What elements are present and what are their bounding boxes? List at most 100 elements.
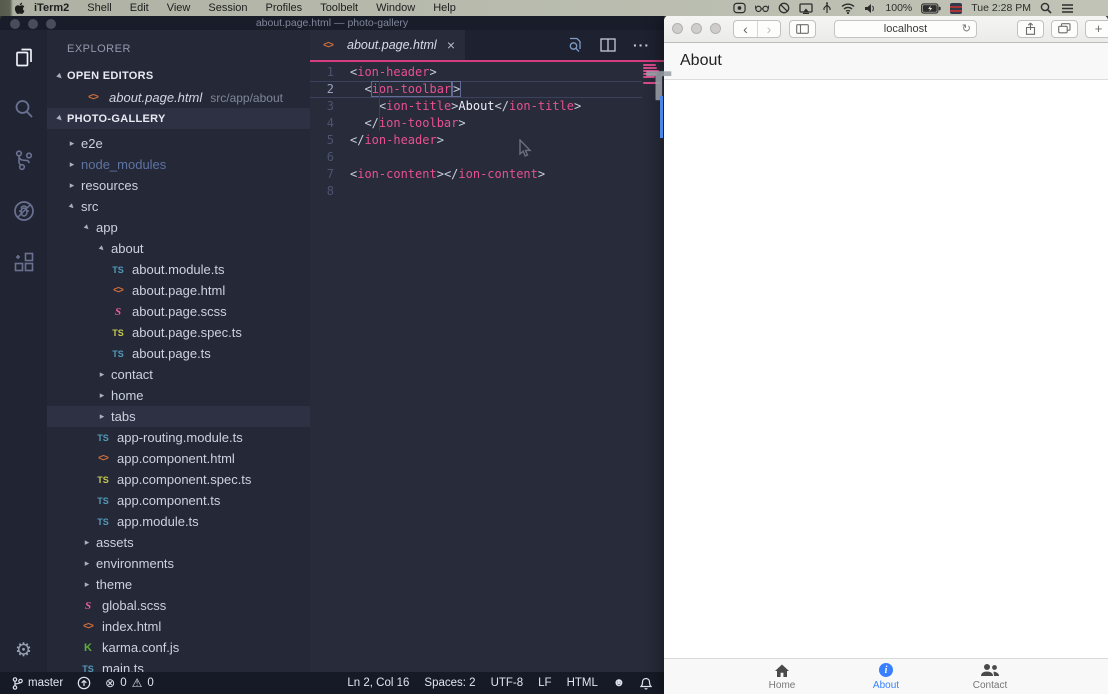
tree-item-contact[interactable]: ▸contact [47, 364, 310, 385]
wifi-icon[interactable] [841, 3, 855, 14]
menu-iterm2[interactable]: iTerm2 [25, 0, 78, 16]
more-actions-icon[interactable]: ··· [633, 37, 650, 53]
tree-item-app[interactable]: ▸app [47, 217, 310, 238]
tree-item-main.ts[interactable]: TSmain.ts [47, 658, 310, 672]
code-line-3[interactable]: 3 <ion-title>About</ion-title> [310, 98, 664, 115]
display-mirroring-icon[interactable] [799, 3, 813, 14]
close-window-button[interactable] [672, 23, 683, 34]
menu-profiles[interactable]: Profiles [257, 0, 312, 16]
input-source-flag-icon[interactable] [950, 3, 962, 14]
code-line-1[interactable]: 1<ion-header> [310, 64, 664, 81]
new-tab-button[interactable]: + [1085, 20, 1108, 38]
tree-item-label: app-routing.module.ts [117, 430, 243, 445]
tree-item-about.page.spec.ts[interactable]: TSabout.page.spec.ts [47, 322, 310, 343]
feedback-smiley-icon[interactable]: ☻ [613, 677, 625, 689]
debug-icon[interactable] [12, 199, 36, 223]
tree-item-resources[interactable]: ▸resources [47, 175, 310, 196]
source-control-icon[interactable] [12, 148, 36, 172]
tree-item-about[interactable]: ▸about [47, 238, 310, 259]
usb-dongle-icon[interactable] [822, 2, 832, 14]
tree-item-environments[interactable]: ▸environments [47, 553, 310, 574]
address-bar[interactable]: localhost ↻ [834, 20, 977, 38]
menu-view[interactable]: View [158, 0, 200, 16]
tree-item-about.page.scss[interactable]: Sabout.page.scss [47, 301, 310, 322]
search-in-file-icon[interactable] [567, 37, 583, 53]
eol-sequence[interactable]: LF [538, 677, 551, 689]
tree-item-src[interactable]: ▸src [47, 196, 310, 217]
code-line-7[interactable]: 7<ion-content></ion-content> [310, 166, 664, 183]
split-editor-icon[interactable] [600, 38, 616, 52]
tree-item-karma.conf.js[interactable]: Kkarma.conf.js [47, 637, 310, 658]
apple-icon[interactable] [14, 2, 25, 15]
spotlight-icon[interactable] [1040, 2, 1052, 14]
menu-edit[interactable]: Edit [121, 0, 158, 16]
extensions-icon[interactable] [12, 250, 36, 274]
share-button[interactable] [1017, 20, 1044, 38]
sidebar-toggle-button[interactable] [789, 20, 816, 38]
vscode-title-bar[interactable]: about.page.html — photo-gallery [0, 15, 664, 30]
menu-bar-clock[interactable]: Tue 2:28 PM [971, 2, 1031, 14]
glasses-icon[interactable] [755, 3, 769, 13]
notification-center-icon[interactable] [1061, 3, 1074, 14]
menu-toolbelt[interactable]: Toolbelt [311, 0, 367, 16]
tab-about-page-html[interactable]: <> about.page.html × [310, 30, 465, 60]
tree-item-app.component.html[interactable]: <>app.component.html [47, 448, 310, 469]
explorer-icon[interactable] [12, 46, 36, 70]
project-section[interactable]: ▸ PHOTO-GALLERY [47, 108, 310, 129]
encoding[interactable]: UTF-8 [491, 677, 524, 689]
tree-item-tabs[interactable]: ▸tabs [47, 406, 310, 427]
search-icon[interactable] [12, 97, 36, 121]
line-number: 5 [310, 132, 350, 149]
open-editor-item[interactable]: <> about.page.html src/app/about [47, 87, 310, 108]
close-tab-icon[interactable]: × [447, 38, 455, 52]
minimize-window-button[interactable] [28, 19, 38, 29]
tree-item-app.module.ts[interactable]: TSapp.module.ts [47, 511, 310, 532]
zoom-window-button[interactable] [710, 23, 721, 34]
code-line-5[interactable]: 5</ion-header> [310, 132, 664, 149]
menu-shell[interactable]: Shell [78, 0, 120, 16]
tab-overview-button[interactable] [1051, 20, 1078, 38]
menu-session[interactable]: Session [199, 0, 256, 16]
code-line-6[interactable]: 6 [310, 149, 664, 166]
tree-item-assets[interactable]: ▸assets [47, 532, 310, 553]
app-tab-contact[interactable]: Contact [938, 659, 1042, 694]
tree-item-index.html[interactable]: <>index.html [47, 616, 310, 637]
code-line-8[interactable]: 8 [310, 183, 664, 200]
problems-indicator[interactable]: ⊗ 0 ⚠ 0 [105, 676, 154, 690]
minimize-window-button[interactable] [691, 23, 702, 34]
do-not-disturb-icon[interactable] [778, 2, 790, 14]
zoom-window-button[interactable] [46, 19, 56, 29]
reload-icon[interactable]: ↻ [962, 22, 971, 35]
screen-record-icon[interactable] [733, 2, 746, 14]
volume-icon[interactable] [864, 3, 876, 14]
tree-item-node_modules[interactable]: ▸node_modules [47, 154, 310, 175]
menu-window[interactable]: Window [367, 0, 424, 16]
code-line-4[interactable]: 4 </ion-toolbar> [310, 115, 664, 132]
back-button[interactable]: ‹ [734, 21, 757, 37]
tree-item-app-routing.module.ts[interactable]: TSapp-routing.module.ts [47, 427, 310, 448]
open-editors-section[interactable]: ▸ OPEN EDITORS [47, 65, 310, 87]
code-editor[interactable]: 1<ion-header>2 <ion-toolbar>3 <ion-title… [310, 62, 664, 672]
tree-item-about.page.html[interactable]: <>about.page.html [47, 280, 310, 301]
code-line-2[interactable]: 2 <ion-toolbar> [310, 81, 642, 98]
settings-gear-icon[interactable]: ⚙ [15, 641, 32, 660]
tree-item-global.scss[interactable]: Sglobal.scss [47, 595, 310, 616]
tree-item-app.component.spec.ts[interactable]: TSapp.component.spec.ts [47, 469, 310, 490]
git-branch-indicator[interactable]: master [12, 677, 63, 690]
close-window-button[interactable] [10, 19, 20, 29]
tree-item-theme[interactable]: ▸theme [47, 574, 310, 595]
notifications-bell-icon[interactable] [640, 677, 652, 690]
tree-item-e2e[interactable]: ▸e2e [47, 133, 310, 154]
tree-item-home[interactable]: ▸home [47, 385, 310, 406]
menu-help[interactable]: Help [424, 0, 465, 16]
cursor-position[interactable]: Ln 2, Col 16 [347, 677, 409, 689]
forward-button[interactable]: › [757, 21, 780, 37]
tree-item-app.component.ts[interactable]: TSapp.component.ts [47, 490, 310, 511]
app-tab-about[interactable]: iAbout [834, 659, 938, 694]
publish-changes-icon[interactable] [77, 676, 91, 690]
app-tab-home[interactable]: Home [730, 659, 834, 694]
indentation[interactable]: Spaces: 2 [424, 677, 475, 689]
tree-item-about.page.ts[interactable]: TSabout.page.ts [47, 343, 310, 364]
language-mode[interactable]: HTML [567, 677, 598, 689]
tree-item-about.module.ts[interactable]: TSabout.module.ts [47, 259, 310, 280]
